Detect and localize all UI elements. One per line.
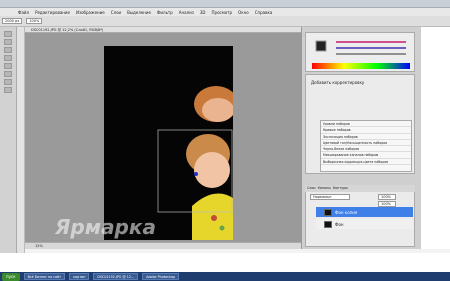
document-tab[interactable]: DSC01192.JPG @ 12,2% (Слой1, RGB/8*) [25, 27, 301, 33]
status-bar: 12% [25, 242, 301, 249]
layer-name: Фон копия [335, 209, 358, 215]
menu-edit[interactable]: Редактирование [35, 10, 70, 15]
taskbar-item[interactable]: DSC01192.JPG @ 12... [93, 273, 139, 280]
taskbar-item[interactable]: Adobe Photoshop [142, 273, 179, 280]
menu-file[interactable]: Файл [18, 10, 29, 15]
color-sliders [312, 40, 410, 69]
color-panel[interactable] [305, 32, 415, 72]
text-tool-icon[interactable] [4, 87, 12, 93]
status-zoom[interactable]: 12% [35, 244, 43, 248]
taskbar-item[interactable]: картин [69, 273, 90, 280]
menu-analysis[interactable]: Анализ [179, 10, 194, 15]
marquee-tool-icon[interactable] [4, 39, 12, 45]
layer-row-selected[interactable]: Фон копия [316, 207, 413, 217]
watermark-logo: Ярмарка [55, 215, 156, 239]
eraser-tool-icon[interactable] [4, 79, 12, 85]
start-button[interactable]: пуск [2, 272, 20, 281]
opacity-field[interactable]: 100% [378, 194, 396, 200]
blend-mode-select[interactable]: Нормальн [310, 194, 350, 200]
tab-layers[interactable]: Слои [307, 185, 316, 192]
lasso-tool-icon[interactable] [4, 47, 12, 53]
right-margin [421, 27, 450, 249]
layer-thumbnail [324, 208, 332, 216]
menu-image[interactable]: Изображение [76, 10, 105, 15]
menu-view[interactable]: Просмотр [212, 10, 233, 15]
menu-select[interactable]: Выделение [127, 10, 151, 15]
adjustments-title: Добавить корректировку [311, 80, 365, 85]
watermark-url: livemaster.ru/masters [10, 255, 124, 265]
menu-help[interactable]: Справка [255, 10, 273, 15]
brush-tool-icon[interactable] [4, 63, 12, 69]
menu-window[interactable]: Окно [238, 10, 249, 15]
menu-filter[interactable]: Фильтр [157, 10, 173, 15]
title-bar [0, 0, 450, 8]
layer-thumbnail [324, 220, 332, 228]
toolbox [0, 27, 17, 253]
zoom-field[interactable]: 100% [26, 18, 43, 24]
taskbar-item[interactable]: Всё Бизнес на сайт [23, 273, 66, 280]
adjustments-presets-list: Уровни наборов Кривые наборов Экспозиция… [320, 120, 412, 172]
tab-channels[interactable]: Каналы [318, 185, 331, 192]
layers-panel-tabs: Слои Каналы Контуры [305, 185, 415, 192]
stamp-tool-icon[interactable] [4, 71, 12, 77]
options-bar: 2000 px 100% [0, 16, 450, 27]
photo-child-image [104, 46, 233, 240]
adjustment-preset-item[interactable]: Выборочная коррекция цвета наборов [321, 159, 411, 166]
menu-3d[interactable]: 3D [200, 10, 206, 15]
photoshop-window: Файл Редактирование Изображение Слои Выд… [0, 0, 450, 281]
layer-name: Фон [335, 221, 344, 227]
crop-tool-icon[interactable] [4, 55, 12, 61]
menu-bar: Файл Редактирование Изображение Слои Выд… [0, 8, 450, 16]
image-canvas[interactable] [104, 46, 233, 240]
menu-layers[interactable]: Слои [111, 10, 121, 15]
tab-paths[interactable]: Контуры [333, 185, 348, 192]
width-field[interactable]: 2000 px [2, 18, 23, 24]
move-tool-icon[interactable] [4, 31, 12, 37]
layer-row[interactable]: Фон [316, 219, 413, 229]
windows-taskbar: пуск Всё Бизнес на сайт картин DSC01192.… [0, 272, 450, 281]
tool-options-strip [17, 27, 25, 253]
